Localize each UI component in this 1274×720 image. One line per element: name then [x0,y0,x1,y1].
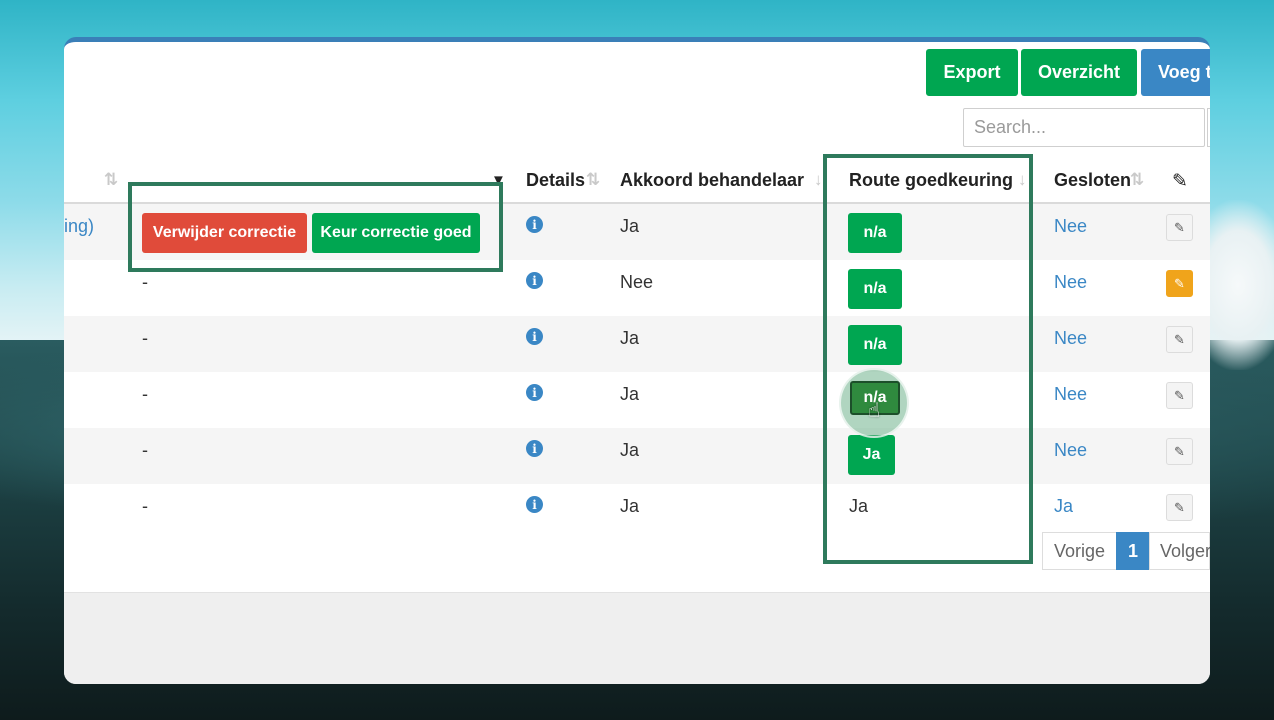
info-icon[interactable]: i [526,272,543,289]
closed-link[interactable]: Nee [1054,216,1087,237]
table-row: - i Ja n/a Nee ✎ [64,316,1210,372]
agreement-value: Ja [620,216,640,236]
sort-icon[interactable]: ⇅ [104,170,118,190]
route-column-highlight [823,154,1033,564]
edit-icon[interactable]: ✎ [1166,270,1193,297]
dash-value: - [142,328,148,348]
closed-link[interactable]: Nee [1054,272,1087,293]
table-row: - i Ja Ja Nee ✎ [64,428,1210,484]
footer-area [64,592,1210,684]
edit-icon[interactable]: ✎ [1166,438,1193,465]
dash-value: - [142,440,148,460]
agreement-value: Ja [620,440,640,460]
sort-icon[interactable]: ⇅ [586,170,600,190]
agreement-value: Ja [620,496,640,516]
column-header-agreement[interactable]: Akkoord behandelaar [620,170,804,191]
search-input[interactable] [963,108,1205,147]
edit-icon[interactable]: ✎ [1166,382,1193,409]
info-icon[interactable]: i [526,384,543,401]
export-button[interactable]: Export [926,49,1018,96]
closed-link[interactable]: Nee [1054,440,1087,461]
info-icon[interactable]: i [526,496,543,513]
closed-link[interactable]: Ja [1054,496,1073,517]
agreement-value: Nee [620,272,654,292]
sort-icon[interactable]: ↓ [814,170,823,190]
table-row: - i Ja Ja Ja ✎ [64,484,1210,540]
sort-icon[interactable]: ⇅ [1130,170,1144,190]
info-icon[interactable]: i [526,216,543,233]
pencil-icon: ✎ [1172,171,1188,192]
dash-value: - [142,384,148,404]
info-icon[interactable]: i [526,440,543,457]
overview-button[interactable]: Overzicht [1021,49,1137,96]
closed-link[interactable]: Nee [1054,384,1087,405]
actions-highlight [128,182,503,272]
column-header-details[interactable]: Details [526,170,585,191]
agreement-value: Ja [620,328,640,348]
dash-value: - [142,272,148,292]
add-button[interactable]: Voeg t [1141,49,1210,96]
table-row: - i Ja Nee ✎ [64,372,1210,428]
search-addon [1207,108,1210,147]
column-header-closed[interactable]: Gesloten [1054,170,1131,191]
edit-icon[interactable]: ✎ [1166,214,1193,241]
dash-value: - [142,496,148,516]
main-panel: Export Overzicht Voeg t ⇅ ▼ Details ⇅ Ak… [64,37,1210,684]
info-icon[interactable]: i [526,328,543,345]
edit-icon[interactable]: ✎ [1166,326,1193,353]
pagination-page[interactable]: 1 [1116,532,1150,570]
row-link[interactable]: ing) [64,216,94,237]
edit-icon[interactable]: ✎ [1166,494,1193,521]
closed-link[interactable]: Nee [1054,328,1087,349]
pagination-prev[interactable]: Vorige [1042,532,1117,570]
agreement-value: Ja [620,384,640,404]
pagination-next[interactable]: Volger [1149,532,1210,570]
